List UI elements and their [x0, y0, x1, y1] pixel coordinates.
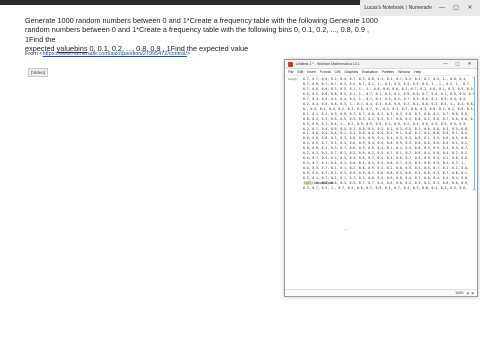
- output-line: 0.8, 0.4, 0.3, 0.6, 0.5, 0.5, 0.3, 0.2, …: [303, 116, 474, 121]
- output-line: 0.3, 0.7, 0.5, 1., 0.7, 0.3, 0.6, 0.7, 0…: [303, 185, 467, 190]
- question-line-1: Generate 1000 random numbers between 0 a…: [25, 16, 378, 25]
- output-line: 0., 0.5, 0.4, 0.4, 0.2, 0.3, 0.8, 0.7, 0…: [303, 106, 474, 111]
- video-placeholder[interactable]: [Video]: [28, 68, 48, 77]
- output-label: Out[1]=: [288, 77, 298, 81]
- cell-bracket[interactable]: [473, 77, 475, 190]
- mathematica-title: Untitled-1 * - Wolfram Mathematica 13.1: [296, 62, 360, 66]
- menu-edit[interactable]: Edit: [297, 70, 303, 74]
- mathematica-title-bar: Untitled-1 * - Wolfram Mathematica 13.1 …: [285, 60, 477, 69]
- menu-insert[interactable]: Insert: [307, 70, 315, 74]
- output-line: 0.1, 0.1, 0.2, 0.9, 0.8, 0.7, 0.7, 0.8, …: [303, 111, 469, 116]
- input-text[interactable]: roundedData: [314, 181, 333, 185]
- mm-maximize-icon[interactable]: ▢: [453, 61, 462, 67]
- mathematica-logo-icon: [288, 61, 293, 67]
- output-line: 0.9, 0.9, 0.1, 0.4, 1., 0.2, 0.5, 0.9, 0…: [303, 121, 467, 126]
- menu-format[interactable]: Format: [320, 70, 331, 74]
- notebook-title-bar: Lucas's Notebook ⟩ Numerade — ▢ ✕: [360, 0, 480, 16]
- source-line: From <https://www.numerade.com/ask/quest…: [25, 51, 191, 57]
- ellipsis-cursor-icon: ⋯: [344, 227, 348, 232]
- input-cell[interactable]: In[2]:=roundedData: [303, 181, 333, 185]
- input-label: In[2]:=: [303, 181, 315, 185]
- menu-help[interactable]: Help: [414, 70, 421, 74]
- menu-file[interactable]: File: [288, 70, 293, 74]
- question-line-2: random numbers between 0 and 1*Create a …: [25, 25, 369, 44]
- mm-minimize-icon[interactable]: —: [441, 61, 450, 67]
- output-cell: 0.7, 0.7, 0.6, 0.2, 0.4, 0.7, 0.3, 0.8, …: [303, 77, 474, 191]
- menu-evaluation[interactable]: Evaluation: [362, 70, 378, 74]
- menu-cell[interactable]: Cell: [335, 70, 341, 74]
- menu-graphics[interactable]: Graphics: [344, 70, 358, 74]
- output-line: 0.2, 0.3, 0.6, 0.8, 0.3, 1., 0.7, 0.4, 0…: [303, 101, 474, 106]
- mathematica-window: Untitled-1 * - Wolfram Mathematica 13.1 …: [284, 59, 478, 297]
- status-bar: 100% ◀ ▶: [285, 289, 477, 296]
- zoom-level[interactable]: 100%: [455, 291, 463, 295]
- scroll-left-icon[interactable]: ◀: [466, 291, 468, 295]
- notebook-title: Lucas's Notebook ⟩ Numerade: [364, 5, 432, 11]
- source-link[interactable]: https://www.numerade.com/ask/question/27…: [43, 51, 187, 57]
- minimize-icon[interactable]: —: [438, 4, 446, 12]
- close-icon[interactable]: ✕: [466, 4, 474, 12]
- maximize-icon[interactable]: ▢: [452, 4, 460, 12]
- menu-window[interactable]: Window: [398, 70, 410, 74]
- scroll-right-icon[interactable]: ▶: [472, 291, 474, 295]
- menu-palettes[interactable]: Palettes: [382, 70, 394, 74]
- question-text: Generate 1000 random numbers between 0 a…: [25, 16, 380, 54]
- mm-close-icon[interactable]: ✕: [465, 61, 474, 67]
- mathematica-menu-bar: File Edit Insert Format Cell Graphics Ev…: [285, 69, 477, 76]
